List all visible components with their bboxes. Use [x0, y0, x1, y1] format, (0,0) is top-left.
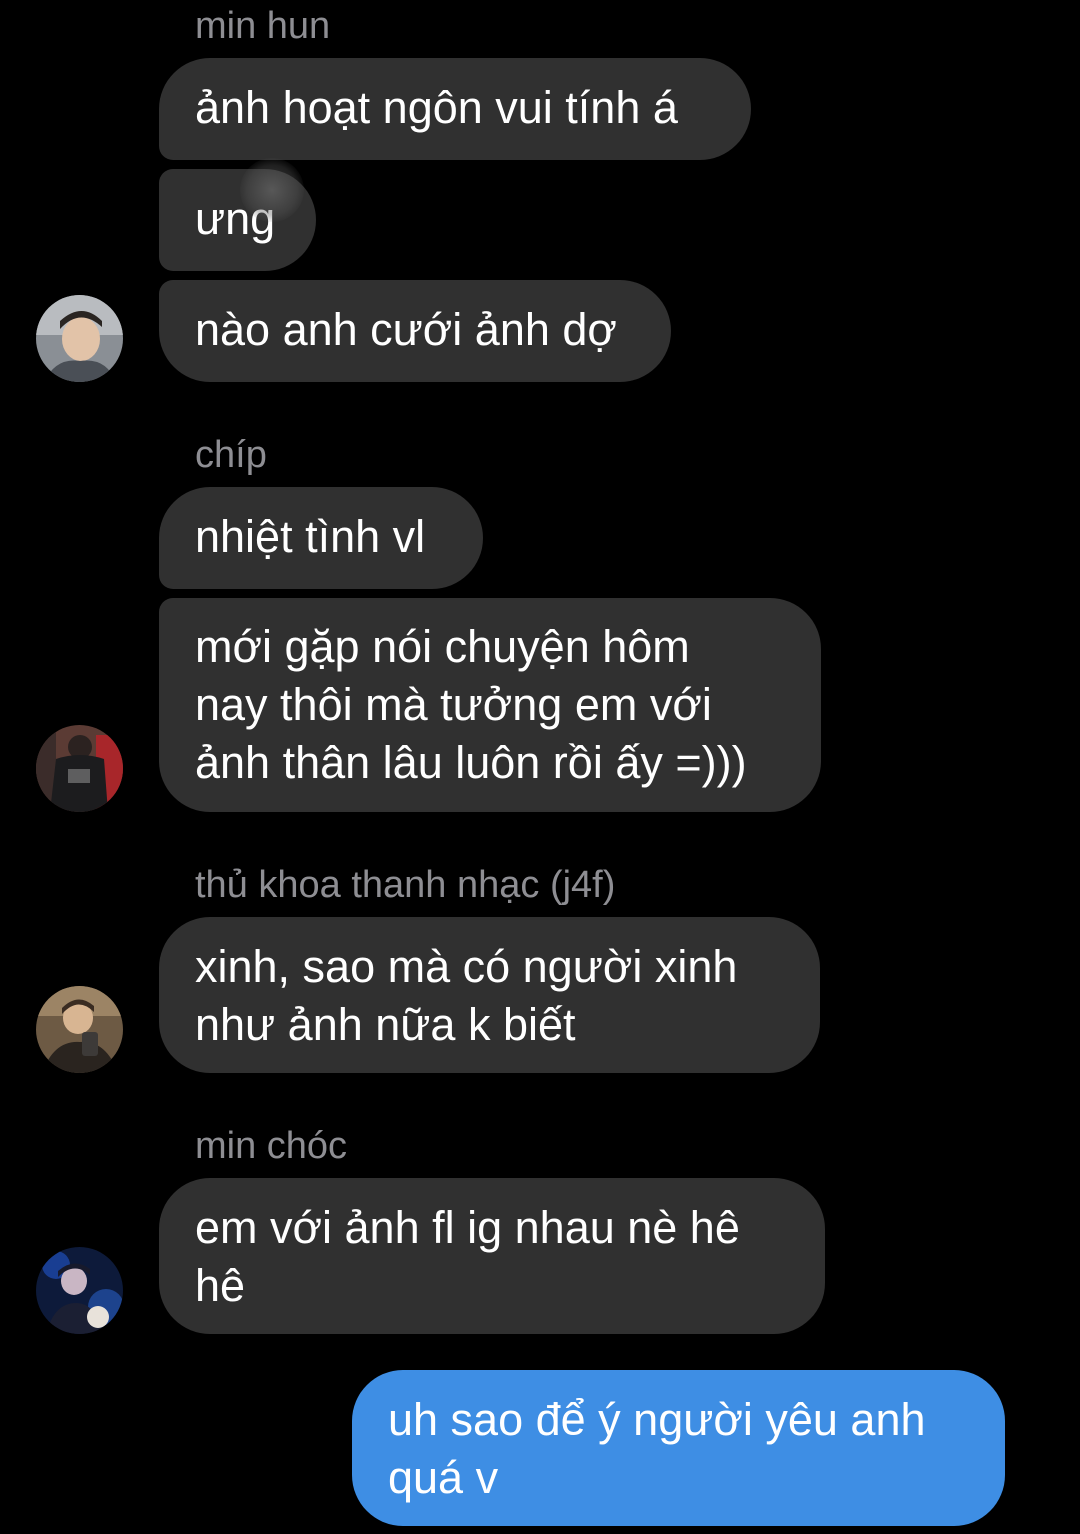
message-text: ảnh hoạt ngôn vui tính á — [195, 82, 678, 133]
message-bubble[interactable]: ảnh hoạt ngôn vui tính á — [159, 58, 751, 160]
message-text: nay thôi mà tưởng em với — [195, 679, 712, 730]
message-bubble-outgoing[interactable]: uh sao để ý người yêu anh quá v — [352, 1370, 1005, 1526]
message-bubble[interactable]: mới gặp nói chuyện hôm nay thôi mà tưởng… — [159, 598, 821, 812]
avatar-photo-icon — [36, 725, 123, 812]
avatar[interactable] — [36, 725, 123, 812]
message-text: hê — [195, 1260, 246, 1311]
message-text: mới gặp nói chuyện hôm — [195, 621, 690, 672]
message-bubble[interactable]: nhiệt tình vl — [159, 487, 483, 589]
avatar-photo-icon — [36, 986, 123, 1073]
avatar[interactable] — [36, 295, 123, 382]
message-bubble[interactable]: em với ảnh fl ig nhau nè hê hê — [159, 1178, 825, 1334]
message-text: quá v — [388, 1452, 499, 1503]
message-text: em với ảnh fl ig nhau nè hê — [195, 1202, 740, 1253]
message-text: xinh, sao mà có người xinh — [195, 941, 738, 992]
message-bubble[interactable]: xinh, sao mà có người xinh như ảnh nữa k… — [159, 917, 820, 1073]
sender-name: thủ khoa thanh nhạc (j4f) — [195, 864, 616, 906]
sender-name: min hun — [195, 5, 331, 47]
message-text: ảnh thân lâu luôn rồi ấy =))) — [195, 737, 747, 788]
avatar[interactable] — [36, 1247, 123, 1334]
message-text: nhiệt tình vl — [195, 511, 426, 562]
avatar-photo-icon — [36, 295, 123, 382]
touch-indicator — [240, 158, 304, 222]
sender-name: min chóc — [195, 1125, 348, 1167]
avatar[interactable] — [36, 986, 123, 1073]
message-bubble[interactable]: nào anh cưới ảnh dợ — [159, 280, 671, 382]
message-text: uh sao để ý người yêu anh — [388, 1394, 926, 1445]
message-text: nào anh cưới ảnh dợ — [195, 304, 617, 355]
avatar-photo-icon — [36, 1247, 123, 1334]
message-text: như ảnh nữa k biết — [195, 999, 576, 1050]
sender-name: chíp — [195, 434, 267, 476]
